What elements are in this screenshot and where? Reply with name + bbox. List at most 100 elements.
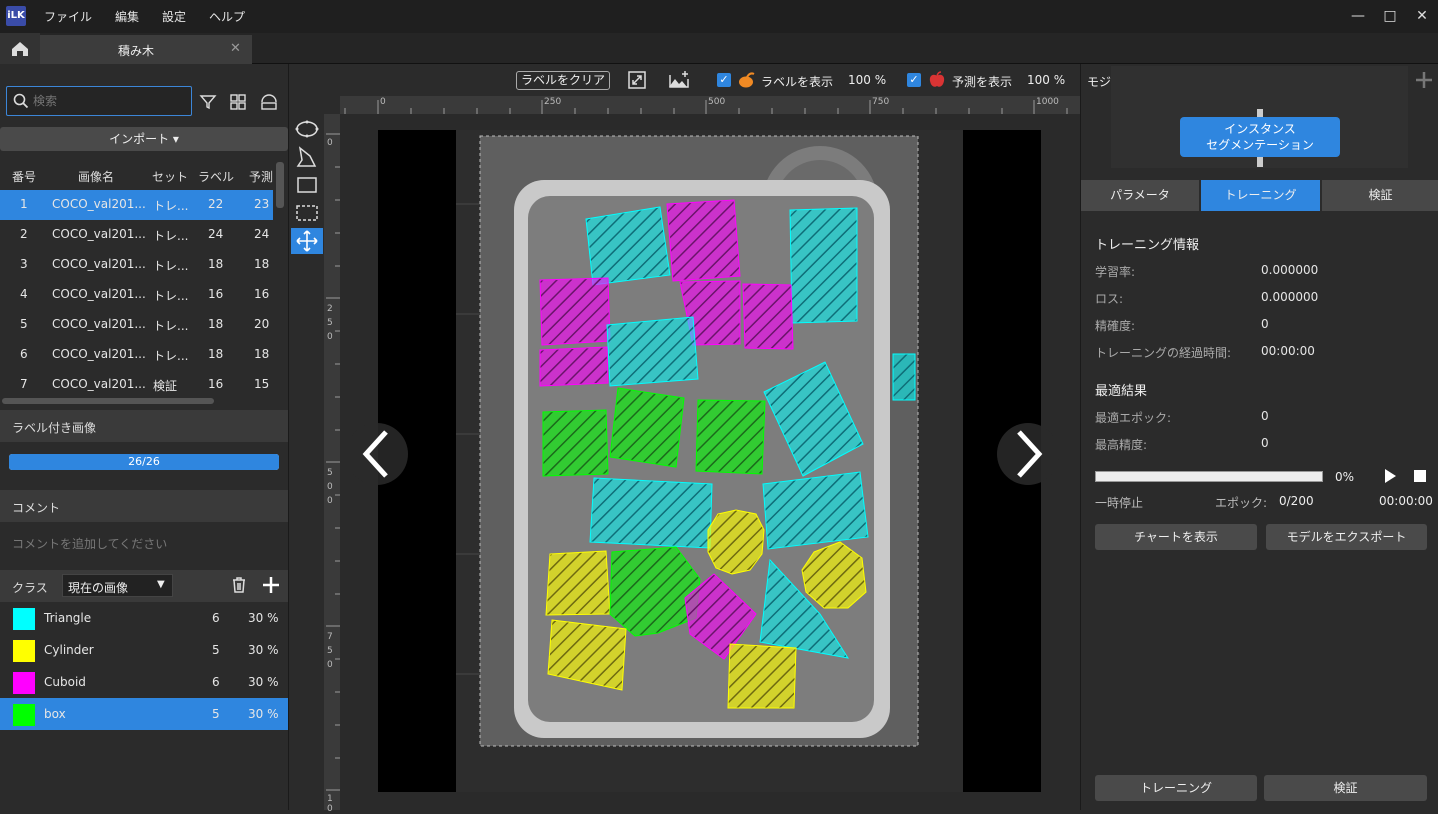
minimize-icon[interactable]: — — [1348, 6, 1368, 26]
grid-view-icon[interactable] — [229, 93, 247, 111]
rectangle-tool[interactable] — [291, 172, 323, 198]
play-icon[interactable] — [1383, 468, 1397, 484]
class-filter-select[interactable]: 現在の画像 ▼ — [62, 574, 173, 597]
menu-file[interactable]: ファイル — [44, 8, 92, 25]
class-row[interactable]: Cylinder 5 30 % — [0, 634, 288, 666]
trash-icon[interactable] — [231, 576, 247, 594]
ellipse-tool[interactable] — [291, 116, 323, 142]
menu-settings[interactable]: 設定 — [162, 8, 186, 25]
show-labels-percent[interactable]: 100 % — [848, 73, 886, 87]
row-image-name: COCO_val201... — [52, 227, 146, 241]
row-number: 5 — [20, 317, 28, 331]
best-epoch-value: 0 — [1261, 409, 1269, 423]
home-tab[interactable] — [0, 33, 40, 64]
elapsed-time: 00:00:00 — [1379, 494, 1433, 508]
class-row[interactable]: box 5 30 % — [0, 698, 288, 730]
class-label: クラス — [12, 581, 48, 595]
node-connector-bottom — [1257, 157, 1263, 167]
next-image-button[interactable] — [997, 423, 1059, 485]
train-button[interactable]: トレーニング — [1095, 775, 1257, 801]
row-prediction-count: 18 — [254, 347, 270, 361]
search-input[interactable] — [33, 92, 183, 110]
image-viewport[interactable] — [340, 114, 1080, 810]
table-row[interactable]: 5 COCO_val201... トレ... 18 20 — [0, 310, 273, 340]
tab-training[interactable]: トレーニング — [1201, 180, 1320, 211]
canvas-area: ラベルをクリア ✓ ラベルを表示 100 % ✓ 予測を表示 100 % 0 2… — [324, 64, 1080, 814]
table-row[interactable]: 1 COCO_val201... トレ... 22 23 — [0, 190, 273, 220]
maximize-icon[interactable]: □ — [1380, 6, 1400, 26]
validate-button[interactable]: 検証 — [1264, 775, 1427, 801]
class-color-swatch[interactable] — [13, 672, 35, 694]
tab-bar: 積み木 ✕ — [0, 33, 1438, 64]
comment-header: コメント — [0, 490, 288, 522]
show-prediction-checkbox[interactable]: ✓ — [907, 73, 921, 87]
ellipse-icon — [295, 120, 319, 138]
col-header-number[interactable]: 番号 — [12, 168, 36, 185]
table-row[interactable]: 2 COCO_val201... トレ... 24 24 — [0, 220, 273, 250]
learning-rate-label: 学習率: — [1095, 265, 1136, 279]
tab-validation[interactable]: 検証 — [1322, 180, 1438, 211]
row-image-name: COCO_val201... — [52, 347, 146, 361]
menu-help[interactable]: ヘルプ — [209, 8, 245, 25]
tab-close-icon[interactable]: ✕ — [230, 41, 241, 56]
show-prediction-percent[interactable]: 100 % — [1027, 73, 1065, 87]
class-percent: 30 % — [248, 611, 279, 625]
row-set: トレ... — [153, 349, 189, 363]
home-icon — [12, 42, 28, 56]
ruler-top-label-500: 500 — [708, 97, 726, 107]
col-header-label[interactable]: ラベル — [198, 168, 234, 185]
selection-tool[interactable] — [291, 200, 323, 226]
col-header-prediction[interactable]: 予測 — [249, 168, 273, 185]
camera-capture-icon[interactable] — [259, 93, 279, 111]
row-label-count: 18 — [208, 257, 224, 271]
move-tool[interactable] — [291, 228, 323, 254]
tab-parameters[interactable]: パラメータ — [1081, 180, 1199, 211]
module-graph: インスタンス セグメンテーション — [1111, 66, 1408, 168]
table-row[interactable]: 6 COCO_val201... トレ... 18 18 — [0, 340, 273, 370]
class-percent: 30 % — [248, 643, 279, 657]
row-label-count: 18 — [208, 317, 224, 331]
class-filter-value: 現在の画像 — [68, 581, 129, 595]
annotated-image[interactable] — [340, 114, 1080, 810]
row-prediction-count: 18 — [254, 257, 270, 271]
vertical-scrollbar[interactable] — [276, 162, 284, 208]
show-labels-checkbox[interactable]: ✓ — [717, 73, 731, 87]
instance-segmentation-node[interactable]: インスタンス セグメンテーション — [1180, 117, 1340, 157]
close-icon[interactable]: ✕ — [1412, 6, 1432, 26]
class-color-swatch[interactable] — [13, 608, 35, 630]
filter-icon[interactable] — [199, 93, 217, 111]
class-row[interactable]: Triangle 6 30 % — [0, 602, 288, 634]
image-settings-icon[interactable] — [667, 69, 691, 91]
export-model-button[interactable]: モデルをエクスポート — [1266, 524, 1427, 550]
polygon-tool[interactable] — [291, 144, 323, 170]
row-prediction-count: 23 — [254, 197, 270, 211]
table-row[interactable]: 4 COCO_val201... トレ... 16 16 — [0, 280, 273, 310]
class-row[interactable]: Cuboid 6 30 % — [0, 666, 288, 698]
col-header-set[interactable]: セット — [152, 168, 188, 185]
col-header-image-name[interactable]: 画像名 — [78, 168, 114, 185]
search-box[interactable] — [6, 86, 192, 116]
class-name: Cylinder — [44, 643, 94, 657]
fit-screen-icon[interactable] — [627, 70, 647, 90]
clear-labels-button[interactable]: ラベルをクリア — [516, 71, 610, 90]
comment-placeholder[interactable]: コメントを追加してください — [12, 535, 167, 552]
stop-icon[interactable] — [1413, 469, 1427, 483]
table-row[interactable]: 3 COCO_val201... トレ... 18 18 — [0, 250, 273, 280]
horizontal-scrollbar[interactable] — [2, 398, 214, 404]
module-add-icon[interactable] — [1415, 71, 1433, 89]
prev-image-button[interactable] — [346, 423, 408, 485]
table-row[interactable]: 7 COCO_val201... 検証 16 15 — [0, 370, 273, 400]
menu-edit[interactable]: 編集 — [115, 8, 139, 25]
show-chart-button[interactable]: チャートを表示 — [1095, 524, 1257, 550]
class-color-swatch[interactable] — [13, 704, 35, 726]
document-tab[interactable]: 積み木 ✕ — [40, 35, 252, 64]
add-icon[interactable] — [262, 576, 280, 594]
row-number: 6 — [20, 347, 28, 361]
loss-label: ロス: — [1095, 292, 1124, 306]
class-color-swatch[interactable] — [13, 640, 35, 662]
loss-value: 0.000000 — [1261, 290, 1319, 304]
row-image-name: COCO_val201... — [52, 197, 146, 211]
ruler-left-label-250: 2 5 0 — [327, 304, 333, 342]
import-button[interactable]: インポート ▾ — [0, 127, 288, 151]
tools-column — [288, 64, 324, 810]
